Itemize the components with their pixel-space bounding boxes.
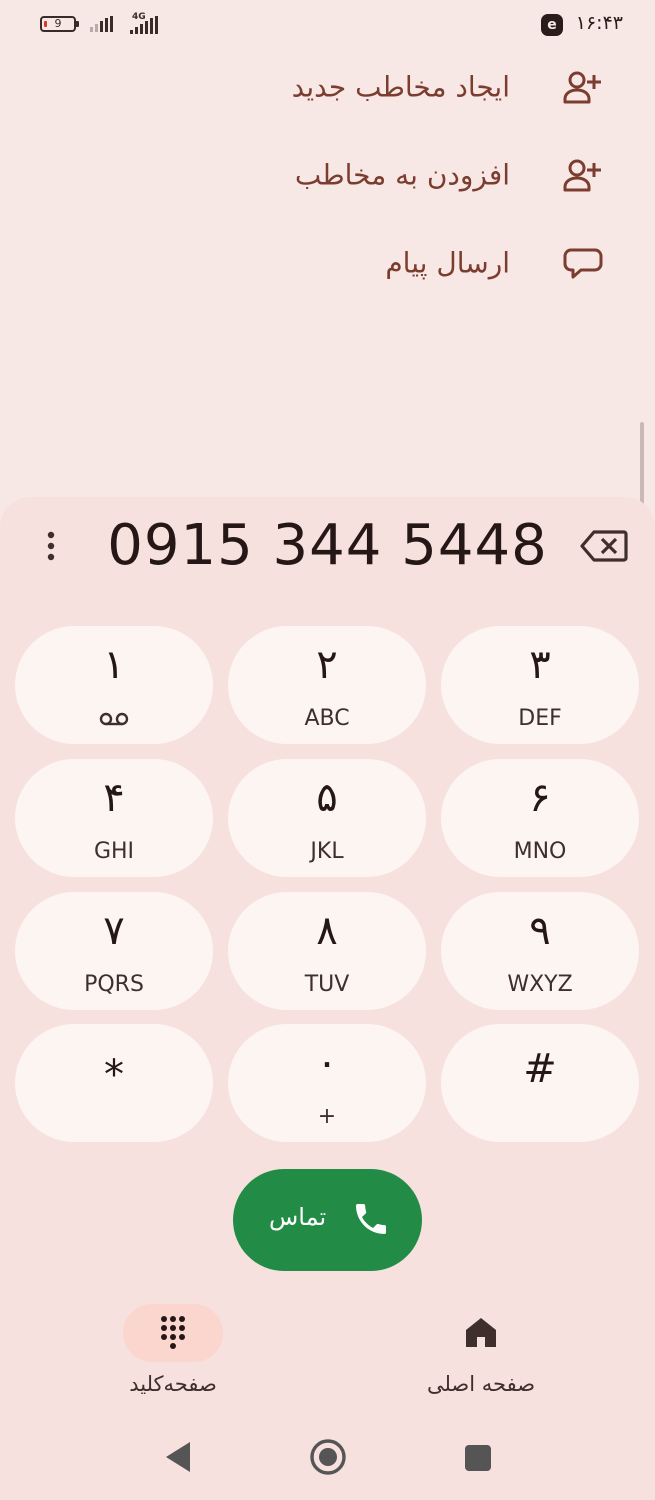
key-letters: DEF: [518, 706, 562, 731]
backspace-icon[interactable]: [580, 528, 628, 564]
message-bubble-icon: [563, 248, 603, 279]
dialpad-key-0[interactable]: ۰ +: [228, 1024, 426, 1142]
key-digit: ۹: [529, 908, 551, 954]
call-label: تماس: [269, 1203, 327, 1231]
home-circle-icon[interactable]: [308, 1437, 348, 1477]
send-message-label: ارسال پیام: [385, 246, 510, 280]
dialed-number: 0915 344 5448: [107, 513, 548, 578]
key-digit: ۳: [529, 642, 551, 688]
dialpad-key-4[interactable]: ۴ GHI: [15, 759, 213, 877]
dialpad-key-7[interactable]: ۷ PQRS: [15, 892, 213, 1010]
recents-icon[interactable]: [463, 1443, 493, 1473]
key-letters: +: [317, 1104, 337, 1129]
nav-tab-keypad-label: صفحه‌کلید: [129, 1372, 217, 1396]
signal-strength-icon: [90, 16, 113, 32]
dialpad-icon: [161, 1316, 185, 1349]
nav-tab-keypad[interactable]: صفحه‌کلید: [73, 1300, 273, 1410]
create-new-contact-label: ایجاد مخاطب جدید: [291, 70, 510, 104]
key-digit: *: [104, 1052, 124, 1098]
key-digit: #: [523, 1046, 557, 1092]
dialpad-key-6[interactable]: ۶ MNO: [441, 759, 639, 877]
add-person-icon: [563, 71, 601, 104]
key-digit: ۷: [103, 908, 125, 954]
add-to-contact-button[interactable]: افزودن به مخاطب: [0, 140, 655, 210]
key-digit: ۶: [529, 775, 551, 821]
key-letters: WXYZ: [507, 972, 573, 997]
status-bar: 9 4G e ۱۶:۴۳: [0, 0, 655, 50]
dialpad-key-8[interactable]: ۸ TUV: [228, 892, 426, 1010]
add-to-contact-label: افزودن به مخاطب: [294, 158, 510, 192]
dialpad-key-3[interactable]: ۳ DEF: [441, 626, 639, 744]
eitaa-app-icon: e: [541, 14, 563, 36]
key-digit: ۲: [316, 642, 338, 688]
battery-level: 9: [54, 17, 62, 30]
key-letters: TUV: [304, 972, 350, 997]
key-letters: GHI: [93, 839, 135, 864]
call-button[interactable]: تماس: [233, 1169, 422, 1271]
home-icon: [466, 1318, 496, 1347]
nav-tab-home[interactable]: صفحه اصلی: [381, 1300, 581, 1410]
create-new-contact-button[interactable]: ایجاد مخاطب جدید: [0, 52, 655, 122]
voicemail-icon: [99, 712, 129, 726]
key-digit: ۰: [316, 1040, 338, 1086]
dialpad-key-5[interactable]: ۵ JKL: [228, 759, 426, 877]
dialpad-key-1[interactable]: ۱: [15, 626, 213, 744]
clock: ۱۶:۴۳: [575, 12, 623, 34]
dialpad-key-hash[interactable]: #: [441, 1024, 639, 1142]
nav-tab-home-label: صفحه اصلی: [426, 1372, 536, 1396]
battery-indicator: 9: [40, 16, 79, 32]
key-digit: ۴: [103, 775, 125, 821]
send-message-button[interactable]: ارسال پیام: [0, 228, 655, 298]
key-digit: ۸: [316, 908, 338, 954]
dialpad-key-9[interactable]: ۹ WXYZ: [441, 892, 639, 1010]
system-navigation-bar: [0, 1420, 655, 1500]
key-letters: PQRS: [84, 972, 144, 997]
key-letters: JKL: [310, 839, 344, 864]
add-person-icon: [563, 159, 601, 192]
back-icon[interactable]: [162, 1440, 192, 1474]
key-digit: ۱: [103, 642, 125, 688]
key-letters: ABC: [304, 706, 350, 731]
dialpad-key-2[interactable]: ۲ ABC: [228, 626, 426, 744]
phone-icon: [356, 1204, 386, 1234]
key-letters: MNO: [513, 839, 567, 864]
mobile-data-icon: 4G: [130, 12, 174, 36]
dialpad-key-star[interactable]: *: [15, 1024, 213, 1142]
key-digit: ۵: [316, 775, 338, 821]
